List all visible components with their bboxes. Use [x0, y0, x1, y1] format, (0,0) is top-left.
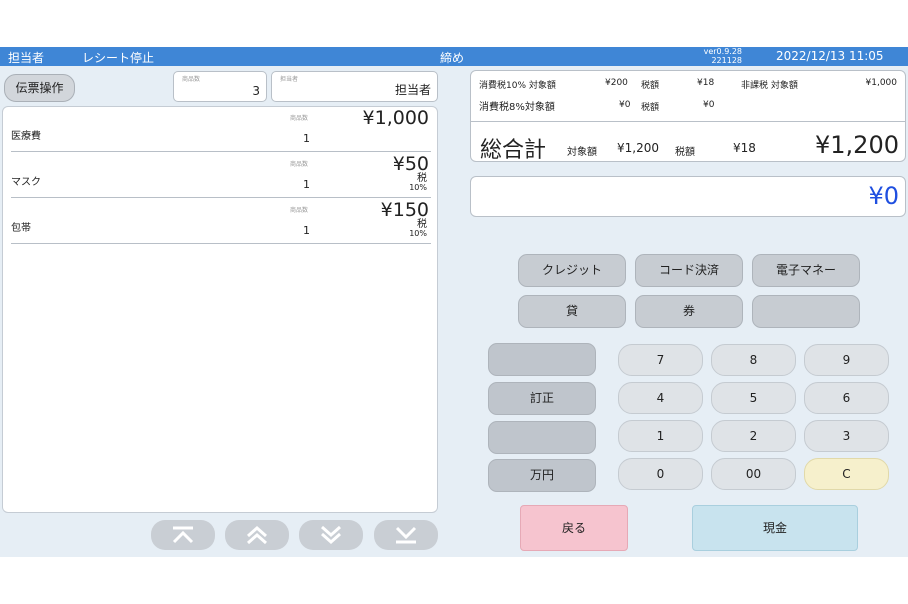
tax-summary-panel: 消費税10% 対象額 ¥200 税額 ¥18 非課税 対象額 ¥1,000 消費… — [470, 70, 906, 163]
payment-amount-field[interactable]: ¥0 — [470, 176, 906, 217]
item-tax-rate: 10% — [409, 183, 427, 192]
cash-button[interactable]: 現金 — [692, 505, 858, 551]
key-5[interactable]: 5 — [711, 382, 796, 414]
key-4[interactable]: 4 — [618, 382, 703, 414]
credit-button[interactable]: クレジット — [518, 254, 626, 287]
key-8[interactable]: 8 — [711, 344, 796, 376]
payment-amount: ¥0 — [868, 182, 899, 210]
correction-button[interactable]: 訂正 — [488, 382, 596, 415]
loan-button[interactable]: 貸 — [518, 295, 626, 328]
key-6[interactable]: 6 — [804, 382, 889, 414]
item-list[interactable]: 医療費 商品数 1 ¥1,000 マスク 商品数 1 ¥50 税 10% 包帯 … — [2, 106, 438, 513]
item-qty-label: 商品数 — [290, 207, 309, 214]
item-count-value: 3 — [252, 84, 260, 98]
grand-total-amount: ¥1,200 — [815, 131, 899, 159]
keypad-side-blank-1[interactable] — [488, 343, 596, 376]
key-00[interactable]: 00 — [711, 458, 796, 490]
staff-field[interactable]: 担当者 担当者 — [271, 71, 438, 102]
key-9[interactable]: 9 — [804, 344, 889, 376]
item-qty-label: 商品数 — [290, 161, 309, 168]
blank-payment-button[interactable] — [752, 295, 860, 328]
list-item[interactable]: 包帯 商品数 1 ¥150 税 10% — [11, 199, 431, 244]
grand-tax: ¥18 — [733, 141, 756, 155]
page-down-icon — [321, 526, 341, 544]
item-count-field: 商品数 3 — [173, 71, 267, 102]
tax10-label: 消費税10% 対象額 — [479, 81, 556, 91]
key-1[interactable]: 1 — [618, 420, 703, 452]
scroll-top-button[interactable] — [151, 520, 215, 550]
page-down-button[interactable] — [299, 520, 363, 550]
receipt-suspend-toggle[interactable]: レシート停止 — [82, 49, 154, 66]
staff-label: 担当者 — [280, 76, 299, 83]
scroll-top-icon — [172, 526, 194, 544]
staff-menu[interactable]: 担当者 — [8, 49, 44, 66]
key-0[interactable]: 0 — [618, 458, 703, 490]
scroll-bottom-icon — [395, 526, 417, 544]
tax8-tax: ¥0 — [703, 100, 715, 110]
list-item[interactable]: 医療費 商品数 1 ¥1,000 — [11, 107, 431, 152]
item-qty: 1 — [303, 132, 310, 145]
item-name: マスク — [11, 177, 41, 188]
clear-button[interactable]: C — [804, 458, 889, 490]
divider — [471, 121, 905, 122]
datetime: 2022/12/13 11:05 — [776, 49, 884, 63]
nontax-base: ¥1,000 — [865, 78, 898, 88]
item-name: 医療費 — [11, 131, 41, 142]
tax10-tax: ¥18 — [697, 78, 715, 88]
scroll-bottom-button[interactable] — [374, 520, 438, 550]
back-button[interactable]: 戻る — [520, 505, 628, 551]
key-2[interactable]: 2 — [711, 420, 796, 452]
item-tax-mark: 税 — [417, 173, 427, 184]
slip-operation-button[interactable]: 伝票操作 — [4, 74, 75, 102]
item-tax-rate: 10% — [409, 229, 427, 238]
item-qty: 1 — [303, 224, 310, 237]
mode-title: 締め — [440, 51, 465, 65]
voucher-button[interactable]: 券 — [635, 295, 743, 328]
nontax-label: 非課税 対象額 — [741, 81, 798, 91]
key-7[interactable]: 7 — [618, 344, 703, 376]
pos-checkout-screen: 担当者 レシート停止 締め ver0.9.28 221128 2022/12/13… — [0, 47, 908, 557]
page-up-icon — [247, 526, 267, 544]
title-bar: 担当者 レシート停止 締め ver0.9.28 221128 2022/12/13… — [0, 47, 908, 66]
staff-value: 担当者 — [394, 83, 431, 97]
key-3[interactable]: 3 — [804, 420, 889, 452]
item-tax-mark: 税 — [417, 219, 427, 230]
item-name: 包帯 — [11, 223, 31, 234]
grand-tax-label: 税額 — [675, 147, 695, 158]
list-item[interactable]: マスク 商品数 1 ¥50 税 10% — [11, 153, 431, 198]
keypad-side-blank-2[interactable] — [488, 421, 596, 454]
page-up-button[interactable] — [225, 520, 289, 550]
tax8-label: 消費税8%対象額 — [479, 102, 555, 113]
emoney-button[interactable]: 電子マネー — [752, 254, 860, 287]
item-qty: 1 — [303, 178, 310, 191]
item-qty-label: 商品数 — [290, 115, 309, 122]
grand-base: ¥1,200 — [617, 141, 659, 155]
grand-total-label: 総合計 — [480, 138, 547, 163]
version-label: ver0.9.28 221128 — [703, 47, 742, 65]
item-count-label: 商品数 — [182, 76, 201, 83]
code-payment-button[interactable]: コード決済 — [635, 254, 743, 287]
item-price: ¥1,000 — [362, 107, 429, 129]
tax10-base: ¥200 — [605, 78, 628, 88]
ten-thousand-yen-button[interactable]: 万円 — [488, 459, 596, 492]
grand-base-label: 対象額 — [567, 147, 597, 158]
tax10-tax-label: 税額 — [641, 81, 660, 91]
tax8-base: ¥0 — [619, 100, 631, 110]
tax8-tax-label: 税額 — [641, 103, 660, 113]
